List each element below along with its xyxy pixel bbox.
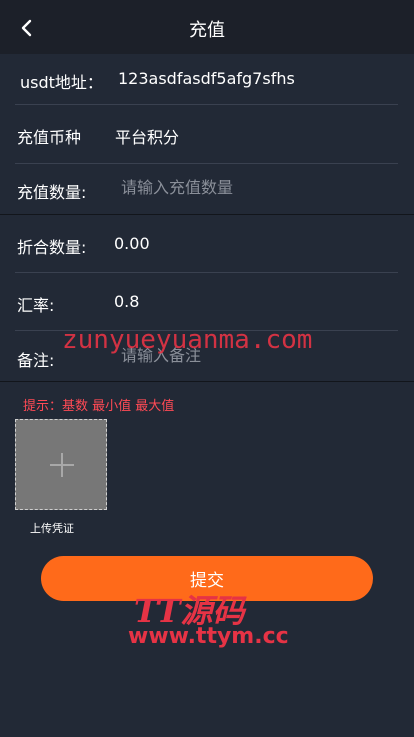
watermark-site: zunyueyuanma.com (62, 325, 313, 355)
rate-label: 汇率: (17, 296, 55, 315)
divider (0, 381, 414, 382)
currency-row: 充值币种 平台积分 (0, 105, 414, 163)
currency-label: 充值币种 (17, 128, 82, 147)
usdt-address-label: usdt地址： (20, 73, 103, 92)
rate-value: 0.8 (114, 292, 140, 311)
amount-input[interactable] (121, 178, 371, 197)
converted-amount-label: 折合数量: (17, 238, 87, 257)
usdt-address-value: 123asdfasdf5afg7sfhs (118, 69, 295, 88)
converted-amount-row: 折合数量: 0.00 (0, 215, 414, 272)
header-bar: 充值 (0, 0, 414, 54)
plus-icon (50, 453, 74, 477)
amount-row: 充值数量: (0, 164, 414, 214)
note-label: 备注: (17, 351, 55, 370)
converted-amount-value: 0.00 (114, 234, 150, 253)
currency-value: 平台积分 (115, 128, 180, 147)
usdt-address-row: usdt地址： 123asdfasdf5afg7sfhs (0, 54, 414, 104)
upload-proof-button[interactable] (15, 419, 107, 510)
upload-proof-label: 上传凭证 (30, 522, 74, 535)
hint-text: 提示：基数 最小值 最大值 (23, 399, 175, 414)
amount-label: 充值数量: (17, 183, 87, 202)
watermark-url: www.ttym.cc (128, 624, 289, 649)
rate-row: 汇率: 0.8 (0, 273, 414, 330)
page-title: 充值 (189, 20, 225, 41)
